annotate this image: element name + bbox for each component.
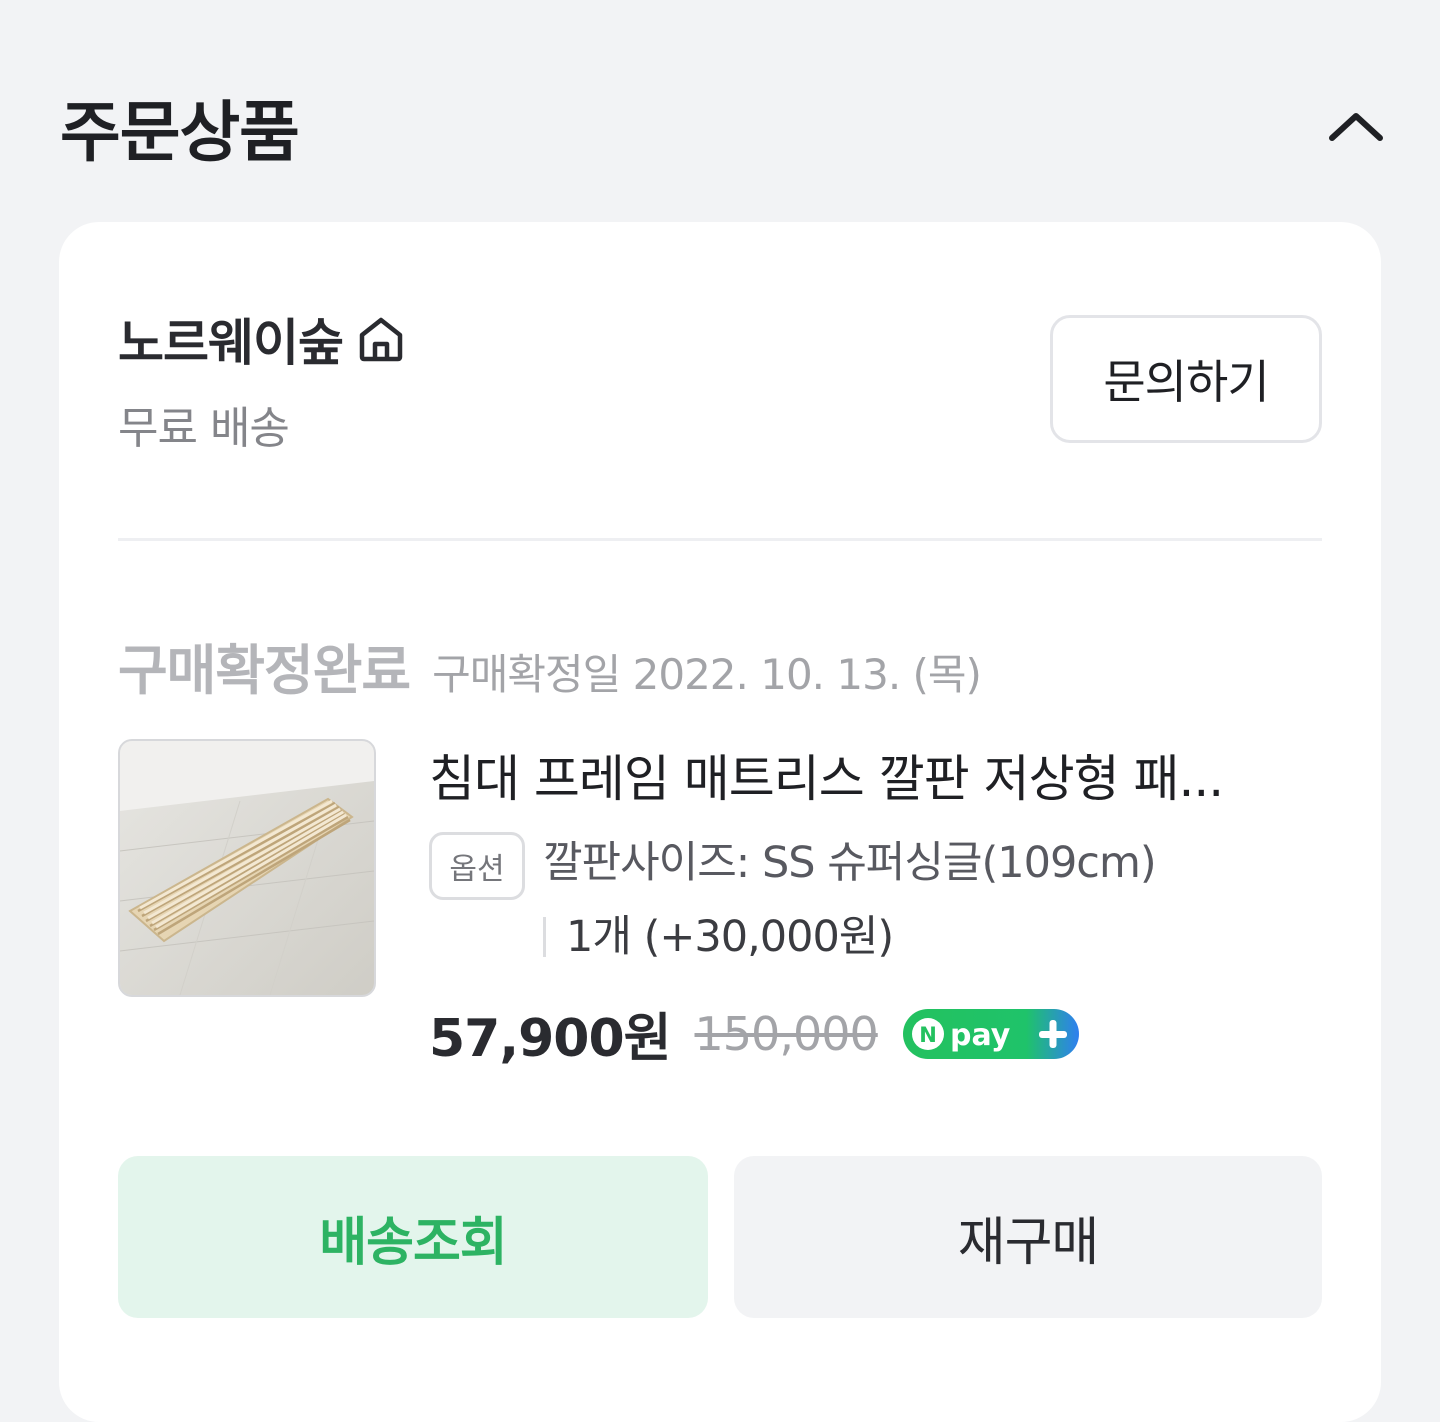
product-name[interactable]: 침대 프레임 매트리스 깔판 저상형 패... xyxy=(429,744,1299,814)
order-card: 노르웨이숲 무료 배송 문의하기 구매확정완료 구매확정일 2022. 10. … xyxy=(59,222,1381,1422)
npay-plus-badge: N pay xyxy=(902,1008,1080,1060)
shipping-info: 무료 배송 xyxy=(118,403,290,454)
section-title: 주문상품 xyxy=(60,94,300,171)
chevron-up-icon xyxy=(1329,113,1383,141)
divider xyxy=(118,538,1322,541)
option-badge: 옵션 xyxy=(429,832,525,900)
action-row: 배송조회 재구매 xyxy=(118,1156,1322,1318)
order-status-row: 구매확정완료 구매확정일 2022. 10. 13. (목) xyxy=(118,626,982,702)
option-row: 옵션 깔판사이즈: SS 슈퍼싱글(109cm) xyxy=(429,832,1309,900)
product-info: 침대 프레임 매트리스 깔판 저상형 패... 옵션 깔판사이즈: SS 슈퍼싱… xyxy=(429,744,1309,1071)
rebuy-button[interactable]: 재구매 xyxy=(734,1156,1322,1318)
svg-text:pay: pay xyxy=(950,1018,1011,1053)
inquiry-button[interactable]: 문의하기 xyxy=(1050,315,1322,443)
order-status: 구매확정완료 xyxy=(118,639,411,702)
price-row: 57,900원 150,000 N pay xyxy=(429,996,1309,1071)
collapse-button[interactable] xyxy=(1326,98,1386,158)
track-delivery-button[interactable]: 배송조회 xyxy=(118,1156,708,1318)
option-text: 깔판사이즈: SS 슈퍼싱글(109cm) xyxy=(543,838,1157,888)
quantity-line: 1개 (+30,000원) xyxy=(543,900,1309,974)
svg-text:N: N xyxy=(919,1023,937,1047)
home-icon xyxy=(355,313,407,365)
original-price: 150,000 xyxy=(694,1006,879,1061)
product-image xyxy=(120,741,374,995)
seller-name: 노르웨이숲 xyxy=(118,314,344,372)
seller-link[interactable]: 노르웨이숲 xyxy=(118,304,407,374)
confirm-date: 구매확정일 2022. 10. 13. (목) xyxy=(432,650,982,699)
order-items-header: 주문상품 xyxy=(60,82,1390,178)
quantity-text: 1개 (+30,000원) xyxy=(566,912,894,962)
sale-price: 57,900원 xyxy=(429,1009,672,1069)
quantity-separator xyxy=(543,917,546,957)
seller-row: 노르웨이숲 무료 배송 문의하기 xyxy=(118,304,1322,464)
product-thumbnail[interactable] xyxy=(118,739,376,997)
